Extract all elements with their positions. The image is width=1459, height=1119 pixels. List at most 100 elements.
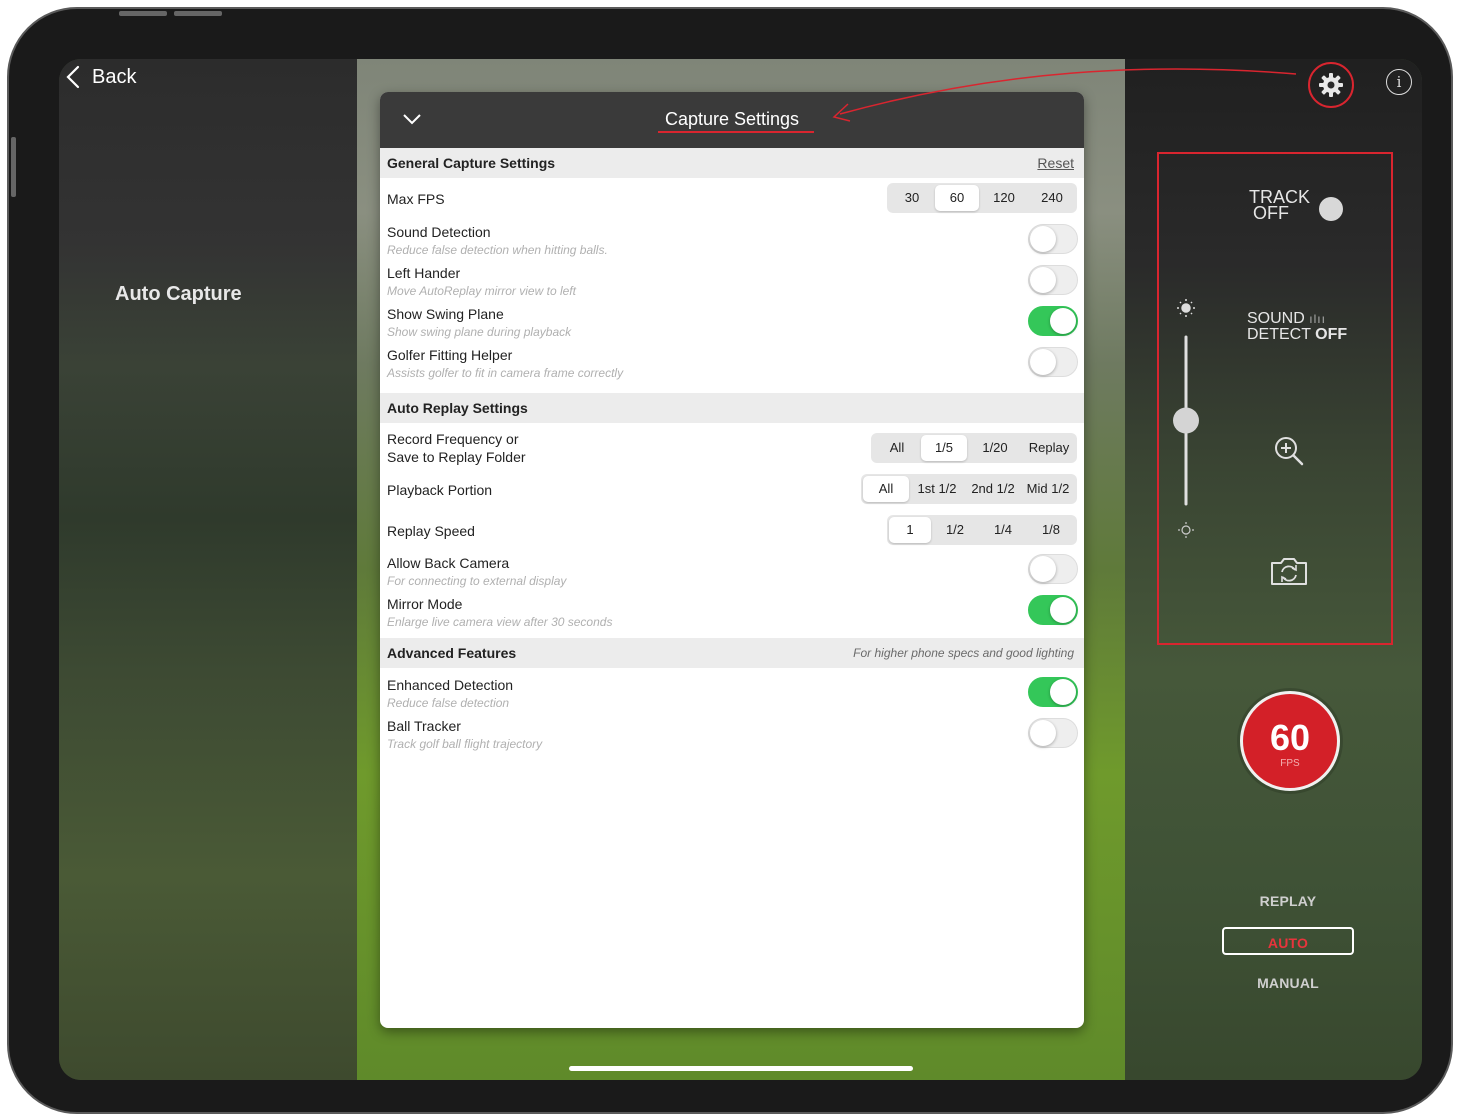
mode-auto[interactable]: AUTO [1222, 927, 1354, 955]
record-frequency-label-1: Record Frequency or [387, 431, 519, 447]
info-icon[interactable]: i [1386, 69, 1412, 95]
toggle-knob [1030, 556, 1056, 582]
allow-back-camera-label: Allow Back Camera [387, 555, 510, 571]
toggle-knob [1050, 308, 1076, 334]
playback-portion-option[interactable]: Mid 1/2 [1021, 476, 1075, 502]
left-hander-toggle[interactable] [1028, 265, 1078, 295]
enhanced-detection-toggle[interactable] [1028, 677, 1078, 707]
sun-icon [1177, 299, 1195, 317]
row-left-hander: Left Hander Move AutoReplay mirror view … [380, 260, 1084, 301]
mirror-mode-sub: Enlarge live camera view after 30 second… [387, 615, 613, 629]
gear-icon [1319, 73, 1343, 97]
row-show-swing-plane: Show Swing Plane Show swing plane during… [380, 301, 1084, 342]
show-swing-plane-toggle[interactable] [1028, 306, 1078, 336]
toggle-knob [1050, 679, 1076, 705]
toggle-knob [1030, 226, 1056, 252]
replay-speed-option[interactable]: 1/8 [1027, 517, 1075, 543]
mode-manual[interactable]: MANUAL [1222, 975, 1354, 991]
row-enhanced-detection: Enhanced Detection Reduce false detectio… [380, 668, 1084, 710]
record-frequency-option[interactable]: All [873, 435, 921, 461]
sound-detect-toggle[interactable]: SOUND ılıı DETECT OFF [1247, 311, 1347, 343]
mirror-mode-toggle[interactable] [1028, 595, 1078, 625]
row-record-frequency: Record Frequency or Save to Replay Folde… [380, 423, 1084, 465]
row-playback-portion: Playback Portion All 1st 1/2 2nd 1/2 Mid… [380, 464, 1084, 505]
title-underline [658, 131, 814, 133]
playback-portion-option[interactable]: All [863, 476, 909, 502]
sun-dim-icon [1178, 522, 1194, 538]
ball-tracker-toggle[interactable] [1028, 718, 1078, 748]
row-ball-tracker: Ball Tracker Track golf ball flight traj… [380, 709, 1084, 751]
hardware-button [119, 11, 167, 16]
brightness-slider[interactable] [1171, 299, 1201, 539]
allow-back-camera-sub: For connecting to external display [387, 574, 567, 588]
sound-detection-toggle[interactable] [1028, 224, 1078, 254]
replay-speed-option[interactable]: 1/2 [931, 517, 979, 543]
camera-switch-icon[interactable] [1269, 555, 1309, 587]
record-frequency-label-2: Save to Replay Folder [387, 449, 526, 465]
max-fps-option[interactable]: 30 [889, 185, 935, 211]
playback-portion-label: Playback Portion [387, 482, 493, 498]
max-fps-option[interactable]: 120 [979, 185, 1029, 211]
fps-value: 60 [1269, 716, 1311, 758]
golfer-fitting-helper-label: Golfer Fitting Helper [387, 347, 513, 363]
panel-title: Capture Settings [664, 109, 800, 129]
replay-speed-label: Replay Speed [387, 523, 475, 539]
mode-replay[interactable]: REPLAY [1222, 893, 1354, 909]
allow-back-camera-toggle[interactable] [1028, 554, 1078, 584]
playback-portion-segment: All 1st 1/2 2nd 1/2 Mid 1/2 [861, 474, 1077, 504]
record-frequency-segment: All 1/5 1/20 Replay [871, 433, 1077, 463]
record-frequency-option[interactable]: Replay [1023, 435, 1075, 461]
playback-portion-option[interactable]: 1st 1/2 [909, 476, 965, 502]
sound-detection-label: Sound Detection [387, 224, 491, 240]
row-replay-speed: Replay Speed 1 1/2 1/4 1/8 [380, 505, 1084, 546]
record-frequency-option[interactable]: 1/5 [921, 435, 967, 461]
playback-portion-option[interactable]: 2nd 1/2 [965, 476, 1021, 502]
max-fps-option[interactable]: 60 [935, 185, 979, 211]
left-hander-sub: Move AutoReplay mirror view to left [387, 284, 576, 298]
chevron-left-icon [66, 65, 80, 89]
row-max-fps: Max FPS 30 60 120 240 [380, 178, 1084, 219]
reset-link[interactable]: Reset [1037, 155, 1074, 171]
back-button[interactable]: Back [64, 65, 136, 89]
max-fps-option[interactable]: 240 [1029, 185, 1075, 211]
golfer-fitting-helper-toggle[interactable] [1028, 347, 1078, 377]
settings-button[interactable] [1308, 62, 1354, 108]
mirror-mode-label: Mirror Mode [387, 596, 463, 612]
back-label: Back [92, 65, 137, 88]
sound-label-line1: SOUND ılıı [1247, 310, 1326, 327]
hardware-button [174, 11, 222, 16]
toggle-knob [1030, 720, 1056, 746]
fps-unit: FPS [1280, 757, 1300, 769]
section-general: General Capture Settings Reset [380, 148, 1084, 178]
zoom-in-icon[interactable] [1273, 435, 1305, 467]
golfer-fitting-helper-sub: Assists golfer to fit in camera frame co… [387, 366, 624, 380]
ball-tracker-label: Ball Tracker [387, 718, 461, 734]
hardware-button [11, 137, 16, 197]
track-toggle[interactable]: TRACK OFF [1249, 188, 1349, 234]
panel-header: Capture Settings [380, 92, 1084, 148]
row-allow-back-camera: Allow Back Camera For connecting to exte… [380, 546, 1084, 588]
replay-speed-option[interactable]: 1 [889, 517, 931, 543]
section-auto-replay-title: Auto Replay Settings [387, 400, 528, 416]
section-advanced-title: Advanced Features [387, 645, 517, 661]
ball-tracker-sub: Track golf ball flight trajectory [387, 737, 543, 751]
record-fps-button[interactable]: 60 FPS [1240, 691, 1340, 791]
row-mirror-mode: Mirror Mode Enlarge live camera view aft… [380, 587, 1084, 629]
replay-speed-option[interactable]: 1/4 [979, 517, 1027, 543]
mode-title: Auto Capture [115, 283, 242, 305]
toggle-knob [1030, 349, 1056, 375]
section-advanced: Advanced Features For higher phone specs… [380, 638, 1084, 668]
section-auto-replay: Auto Replay Settings [380, 393, 1084, 423]
show-swing-plane-sub: Show swing plane during playback [387, 325, 572, 339]
brightness-knob[interactable] [1173, 407, 1199, 434]
row-golfer-fitting-helper: Golfer Fitting Helper Assists golfer to … [380, 342, 1084, 383]
replay-speed-segment: 1 1/2 1/4 1/8 [887, 515, 1077, 545]
camera-preview-left [59, 59, 357, 1080]
sound-detection-sub: Reduce false detection when hitting ball… [387, 243, 608, 257]
section-general-title: General Capture Settings [387, 155, 556, 171]
advanced-note: For higher phone specs and good lighting [853, 646, 1074, 660]
record-frequency-option[interactable]: 1/20 [967, 435, 1023, 461]
enhanced-detection-label: Enhanced Detection [387, 677, 514, 693]
